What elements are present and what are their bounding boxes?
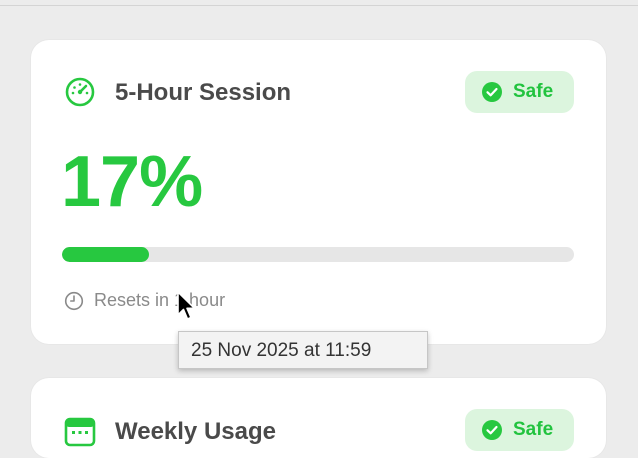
checkmark-circle-icon [482,82,502,102]
gauge-icon [65,77,95,107]
usage-progress-fill [62,247,149,262]
status-badge-label: Safe [513,419,554,440]
tooltip-text: 25 Nov 2025 at 11:59 [191,340,372,361]
top-divider [0,5,638,6]
usage-percentage: 17% [61,142,203,222]
weekly-usage-card: Weekly Usage Safe [31,378,606,458]
reset-time-label[interactable]: Resets in 1 hour [94,289,225,311]
status-badge: Safe [465,71,574,113]
clock-icon [64,291,84,311]
card-title: Weekly Usage [115,418,276,445]
reset-time-tooltip: 25 Nov 2025 at 11:59 [178,331,428,369]
status-badge: Safe [465,409,574,451]
session-usage-card: 5-Hour Session Safe 17% Resets in 1 hour [31,40,606,344]
mouse-cursor-icon [177,291,196,320]
status-badge-label: Safe [513,81,554,102]
calendar-icon [64,417,96,447]
card-title: 5-Hour Session [115,79,292,106]
checkmark-circle-icon [482,420,502,440]
usage-progress-bar [62,247,574,262]
